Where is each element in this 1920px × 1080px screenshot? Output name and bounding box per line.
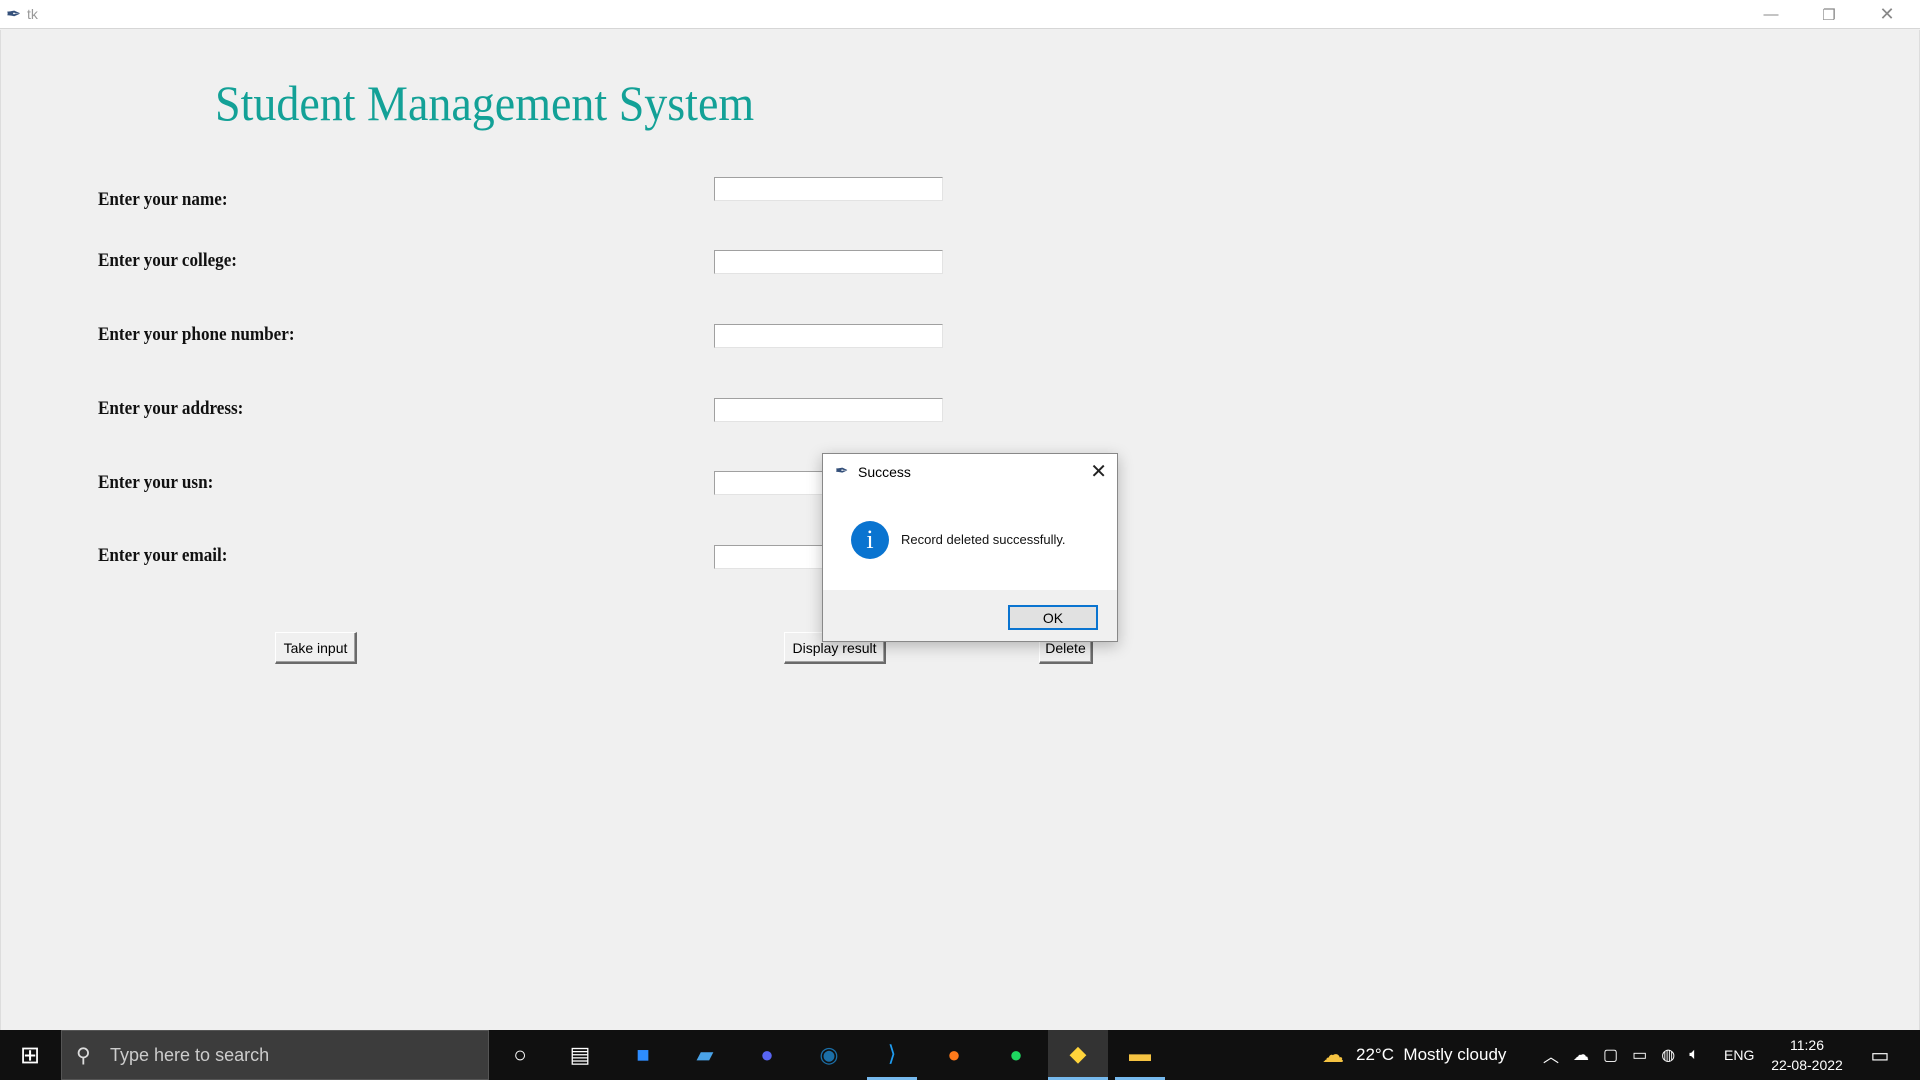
notifications-icon[interactable]: ▭ — [1855, 1030, 1905, 1080]
clock-date: 22-08-2022 — [1771, 1057, 1843, 1073]
cortana-icon[interactable]: ○ — [495, 1030, 545, 1080]
vscode-icon[interactable]: ⟩ — [867, 1030, 917, 1080]
weather-widget[interactable]: ☁ 22°C Mostly cloudy — [1322, 1030, 1506, 1080]
cloudy-weather-icon: ☁ — [1322, 1042, 1344, 1067]
windows-start-icon[interactable]: ⊞ — [5, 1030, 55, 1080]
steam-icon[interactable]: ◉ — [804, 1030, 854, 1080]
college-label: Enter your college: — [98, 250, 237, 271]
address-label: Enter your address: — [98, 398, 244, 419]
phone-label: Enter your phone number: — [98, 324, 295, 345]
task-view-icon[interactable]: ▤ — [555, 1030, 605, 1080]
weather-text: 22°C Mostly cloudy — [1356, 1045, 1507, 1064]
spotify-icon[interactable]: ● — [991, 1030, 1041, 1080]
take-input-button[interactable]: Take input — [275, 632, 357, 664]
search-placeholder: Type here to search — [110, 1045, 270, 1065]
battery-icon[interactable]: ▭ — [1632, 1045, 1647, 1065]
network-globe-icon[interactable]: ◍ — [1661, 1045, 1675, 1065]
firefox-icon[interactable]: ● — [929, 1030, 979, 1080]
name-label: Enter your name: — [98, 189, 228, 210]
window-titlebar: ✒ tk — ❐ ✕ — [0, 0, 1920, 29]
address-input[interactable] — [714, 398, 943, 422]
computer-app-icon[interactable]: ▰ — [680, 1030, 730, 1080]
tk-feather-icon: ✒ — [6, 4, 22, 24]
search-icon: ⚲ — [76, 1045, 91, 1067]
onedrive-icon[interactable]: ☁ — [1573, 1045, 1589, 1065]
dialog-title: Success — [858, 464, 911, 480]
name-input[interactable] — [714, 177, 943, 201]
phone-input[interactable] — [714, 324, 943, 348]
usn-label: Enter your usn: — [98, 472, 214, 493]
dialog-message: Record deleted successfully. — [901, 532, 1066, 547]
dialog-close-button[interactable]: ✕ — [1090, 459, 1107, 484]
window-title: tk — [27, 6, 38, 22]
discord-icon[interactable]: ● — [742, 1030, 792, 1080]
camera-icon[interactable]: ▢ — [1603, 1045, 1618, 1065]
info-icon: i — [851, 521, 889, 559]
restore-button[interactable]: ❐ — [1800, 0, 1858, 29]
clock[interactable]: 11:26 22-08-2022 — [1762, 1035, 1852, 1075]
taskbar-search[interactable]: ⚲ Type here to search — [61, 1030, 489, 1080]
close-button[interactable]: ✕ — [1858, 0, 1916, 29]
page-title: Student Management System — [215, 75, 755, 131]
tk-feather-icon: ✒ — [835, 463, 849, 480]
taskbar: ⊞ ⚲ Type here to search ○ ▤ ■ ▰ ● ◉ ⟩ ● … — [0, 1030, 1920, 1080]
python-icon[interactable]: ◆ — [1048, 1030, 1108, 1080]
chevron-up-icon[interactable]: ︿ — [1543, 1043, 1559, 1067]
success-dialog: ✒ Success ✕ i Record deleted successfull… — [822, 453, 1118, 642]
volume-icon[interactable]: 🔈︎ — [1689, 1046, 1699, 1064]
clock-time: 11:26 — [1790, 1037, 1824, 1053]
zoom-app-icon[interactable]: ■ — [618, 1030, 668, 1080]
college-input[interactable] — [714, 250, 943, 274]
system-tray: ︿ ☁ ▢ ▭ ◍ 🔈︎ — [1543, 1030, 1699, 1080]
ok-button[interactable]: OK — [1008, 605, 1098, 630]
file-explorer-icon[interactable]: ▬ — [1115, 1030, 1165, 1080]
minimize-button[interactable]: — — [1742, 0, 1800, 29]
email-label: Enter your email: — [98, 545, 228, 566]
language-indicator[interactable]: ENG — [1724, 1030, 1754, 1080]
